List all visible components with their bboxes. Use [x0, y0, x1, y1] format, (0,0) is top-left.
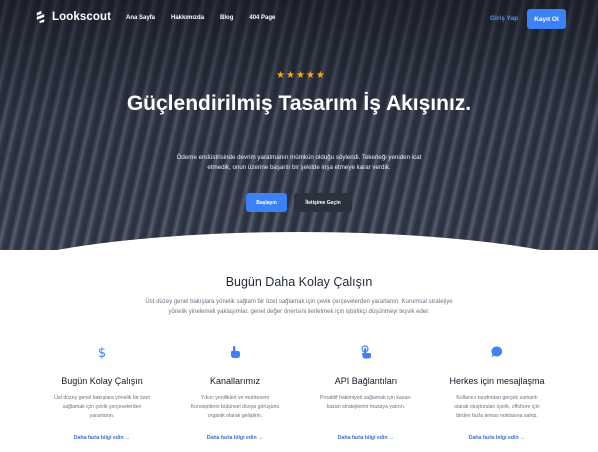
learn-more-link[interactable]: Daha fazla bilgi edin → [42, 435, 162, 441]
feature-card: Kanallarımız Yıkıcı yenilikleri ve muhte… [175, 343, 295, 441]
main-menu: Ana Sayfa Hakkımızda Blog 404 Page [126, 15, 291, 21]
star-icon: ★ [305, 70, 315, 81]
feature-card: Herkes için mesajlaşma Kullanıcı tarafın… [437, 343, 557, 441]
get-started-button[interactable]: Başlayın [246, 193, 287, 212]
star-icon: ★ [285, 70, 295, 81]
top-navbar: Lookscout Ana Sayfa Hakkımızda Blog 404 … [0, 0, 598, 38]
logo[interactable]: Lookscout [34, 10, 111, 23]
feature-title: Bugün Kolay Çalışın [61, 376, 143, 386]
feature-description: Üst düzey genel bakışlara yönelik bir öz… [54, 395, 150, 420]
feature-description: Kullanıcı tarafından gerçek zamanlı olar… [454, 395, 540, 420]
menu-item-about[interactable]: Hakkımızda [171, 15, 204, 21]
chat-bubble-icon [488, 343, 506, 361]
star-icon: ★ [276, 70, 285, 81]
feature-title: Kanallarımız [209, 376, 261, 386]
rating-stars: ★ ★ ★ ★ ★ [276, 71, 325, 81]
hero-subtitle: Ödeme endüstrisinde devrim yaratmanın mü… [176, 154, 422, 171]
learn-more-link[interactable]: Daha fazla bilgi edin → [175, 435, 295, 441]
logo-icon [36, 10, 45, 23]
feature-title: Herkes için mesajlaşma [449, 376, 545, 386]
brand-name: Lookscout [52, 10, 112, 23]
star-icon: ★ [315, 70, 325, 81]
dollar-icon: $ [93, 343, 111, 361]
menu-item-blog[interactable]: Blog [220, 15, 233, 21]
hand-pointer-icon [226, 343, 244, 361]
svg-text:$: $ [98, 346, 106, 359]
touch-icon [357, 343, 375, 361]
star-icon: ★ [295, 70, 305, 81]
feature-title: API Bağlantıları [334, 376, 398, 386]
feature-description: Yıkıcı yenilikleri ve muhtesem Konseptle… [190, 395, 280, 420]
menu-item-404[interactable]: 404 Page [249, 15, 275, 21]
feature-description: Proaktif hakimiyeti sağlamak için kazan-… [320, 395, 412, 411]
hero-bottom-curve [0, 232, 598, 250]
hero-title: Güçlendirilmiş Tasarım İş Akışınız. [126, 92, 472, 115]
menu-item-home[interactable]: Ana Sayfa [126, 15, 155, 21]
learn-more-link[interactable]: Daha fazla bilgi edin → [306, 435, 426, 441]
login-link[interactable]: Giriş Yap [490, 15, 518, 22]
feature-card: $ Bugün Kolay Çalışın Üst düzey genel ba… [42, 343, 162, 441]
signup-button[interactable]: Kayıt Ol [527, 9, 566, 29]
feature-card: API Bağlantıları Proaktif hakimiyeti sağ… [306, 343, 426, 441]
contact-button[interactable]: İletişime Geçin [294, 193, 352, 212]
section-title: Bugün Daha Kolay Çalışın [225, 275, 373, 289]
learn-more-link[interactable]: Daha fazla bilgi edin → [437, 435, 557, 441]
section-subtitle: Üst düzey genel bakışlara yönelik sağlam… [145, 299, 453, 315]
